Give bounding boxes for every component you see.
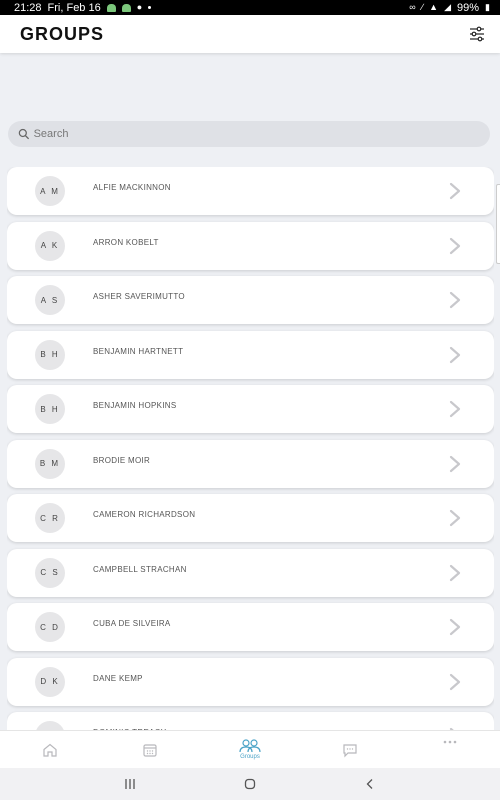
tab-more[interactable] bbox=[400, 731, 500, 768]
back-icon bbox=[366, 779, 373, 789]
group-row[interactable]: B H BENJAMIN HOPKINS bbox=[7, 385, 494, 433]
scrollbar[interactable] bbox=[496, 184, 500, 264]
back-button[interactable] bbox=[358, 775, 382, 793]
avatar: D T bbox=[35, 721, 65, 730]
chevron-right-icon bbox=[449, 455, 461, 472]
wifi-icon: ▲ bbox=[429, 2, 439, 12]
group-name: CAMERON RICHARDSON bbox=[93, 510, 196, 519]
chevron-right-icon bbox=[449, 182, 461, 200]
group-row[interactable]: C S CAMPBELL STRACHAN bbox=[7, 548, 494, 597]
app-header: GROUPS bbox=[0, 15, 500, 53]
avatar: C R bbox=[35, 503, 65, 533]
chat-icon bbox=[343, 743, 357, 757]
chevron-right-icon bbox=[449, 509, 461, 527]
tab-chat[interactable] bbox=[300, 731, 400, 768]
group-name: CAMPBELL STRACHAN bbox=[93, 564, 187, 574]
bulb-icon: ● bbox=[136, 2, 143, 12]
avatar: A K bbox=[35, 230, 65, 261]
link-icon: ∞ bbox=[409, 2, 416, 12]
status-bar: 21:28 Fri, Feb 16 ● ∞ ∕ ▲ ◢ 99% ▮ bbox=[0, 0, 500, 15]
group-row[interactable]: C R CAMERON RICHARDSON bbox=[7, 494, 494, 542]
avatar: C D bbox=[35, 612, 65, 642]
group-name: BENJAMIN HOPKINS bbox=[93, 401, 177, 410]
notification-dot-icon bbox=[148, 6, 152, 9]
chevron-right-icon bbox=[449, 400, 461, 418]
sliders-icon bbox=[470, 26, 484, 42]
recents-button[interactable] bbox=[118, 775, 142, 793]
chevron-right-icon bbox=[449, 291, 461, 309]
group-row[interactable]: D TDOMINIC TREACY bbox=[7, 712, 494, 730]
tab-groups-label: Groups bbox=[240, 754, 260, 760]
recents-icon bbox=[125, 779, 135, 789]
status-time: 21:28 bbox=[14, 1, 42, 14]
group-name: ALFIE MACKINNON bbox=[93, 183, 171, 192]
group-row[interactable]: C D CUBA DE SILVEIRA bbox=[7, 603, 494, 651]
filter-button[interactable] bbox=[468, 25, 486, 43]
avatar: B H bbox=[35, 339, 65, 370]
group-row[interactable]: A K ARRON KOBELT bbox=[7, 221, 494, 270]
group-name: ASHER SAVERIMUTTO bbox=[93, 292, 185, 301]
group-row[interactable]: B M BRODIE MOIR bbox=[7, 439, 494, 488]
avatar: D K bbox=[35, 666, 65, 697]
tab-home[interactable] bbox=[0, 731, 100, 768]
groups-icon bbox=[239, 739, 261, 753]
avatar: C S bbox=[35, 557, 65, 588]
group-name: BRODIE MOIR bbox=[93, 455, 151, 465]
avatar: A S bbox=[35, 285, 65, 315]
home-button[interactable] bbox=[238, 775, 262, 793]
search-input[interactable] bbox=[33, 128, 480, 140]
group-row[interactable]: A M ALFIE MACKINNON bbox=[7, 167, 494, 215]
group-name: DANE KEMP bbox=[93, 673, 143, 683]
status-date: Fri, Feb 16 bbox=[47, 1, 101, 14]
chevron-right-icon bbox=[449, 346, 461, 363]
battery-percent: 99% bbox=[457, 1, 480, 14]
group-name: CUBA DE SILVEIRA bbox=[93, 619, 171, 628]
group-row[interactable]: A S ASHER SAVERIMUTTO bbox=[7, 276, 494, 324]
tab-calendar[interactable] bbox=[100, 731, 200, 768]
groups-list: A M ALFIE MACKINNON A K ARRON KOBELT A S ASHE… bbox=[7, 167, 494, 730]
home-icon bbox=[43, 743, 57, 757]
system-nav-bar bbox=[0, 768, 500, 800]
home-nav-icon bbox=[244, 778, 256, 790]
tab-bar: Groups bbox=[0, 730, 500, 768]
group-row[interactable]: B H BENJAMIN HARTNETT bbox=[7, 330, 494, 379]
avatar: B M bbox=[35, 448, 65, 479]
chevron-right-icon bbox=[449, 618, 461, 636]
avatar: A M bbox=[35, 176, 65, 206]
signal-icon: ◢ bbox=[444, 2, 452, 12]
android-icon bbox=[106, 3, 116, 12]
more-icon bbox=[443, 740, 457, 744]
group-name: ARRON KOBELT bbox=[93, 237, 159, 247]
mute-icon: ∕ bbox=[421, 2, 424, 12]
chevron-right-icon bbox=[449, 673, 461, 690]
page-title: GROUPS bbox=[20, 23, 105, 44]
search-icon bbox=[18, 128, 30, 140]
group-row[interactable]: D K DANE KEMP bbox=[7, 657, 494, 706]
avatar: B H bbox=[35, 394, 65, 424]
chevron-right-icon bbox=[449, 237, 461, 254]
android-icon bbox=[121, 3, 131, 12]
tab-groups[interactable]: Groups bbox=[200, 731, 300, 768]
chevron-right-icon bbox=[449, 564, 461, 581]
group-name: BENJAMIN HARTNETT bbox=[93, 346, 184, 356]
calendar-icon bbox=[143, 743, 157, 757]
search-bar[interactable] bbox=[8, 121, 490, 147]
battery-icon: ▮ bbox=[485, 2, 490, 12]
